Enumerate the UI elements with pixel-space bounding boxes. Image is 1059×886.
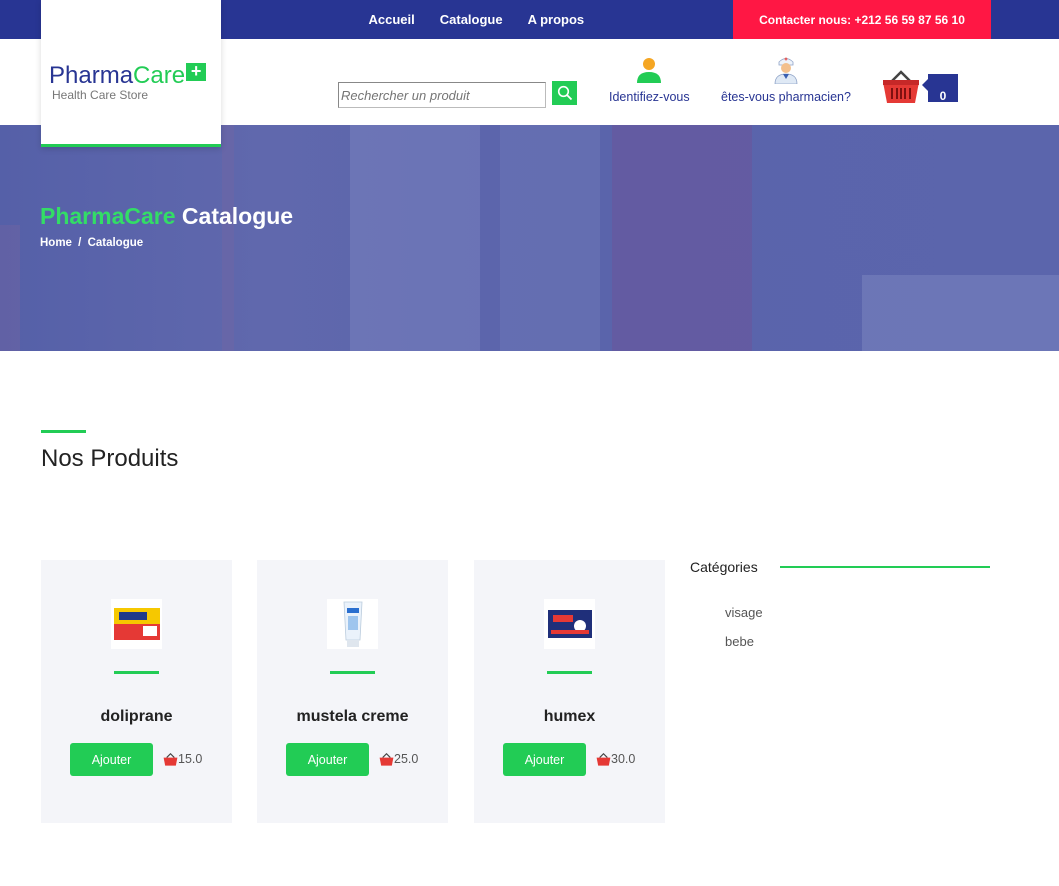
- basket-icon: [883, 70, 919, 103]
- product-image-doliprane[interactable]: [111, 599, 162, 649]
- logo-part-pharma: Pharma: [49, 62, 134, 89]
- cart-count-badge: 0: [922, 74, 958, 103]
- categories-title: Catégories: [690, 559, 758, 575]
- page-title-name: Catalogue: [181, 203, 294, 229]
- pharmacist-link[interactable]: êtes-vous pharmacien?: [721, 56, 851, 104]
- pharmacist-label: êtes-vous pharmacien?: [721, 90, 851, 104]
- pharmacist-icon: [774, 57, 798, 84]
- product-price: 30.0: [596, 752, 635, 766]
- logo[interactable]: Pharma Care + Health Care Store: [41, 0, 221, 147]
- category-item-visage[interactable]: visage: [725, 605, 763, 620]
- plus-icon: +: [186, 62, 207, 81]
- page-title: PharmaCare Catalogue: [40, 203, 293, 230]
- product-name[interactable]: mustela creme: [257, 708, 448, 726]
- search-input[interactable]: [338, 82, 546, 108]
- product-name[interactable]: doliprane: [41, 708, 232, 726]
- breadcrumb-separator: /: [78, 237, 82, 249]
- card-divider: [330, 671, 375, 674]
- product-price-value: 30.0: [611, 752, 636, 766]
- login-label: Identifiez-vous: [609, 90, 690, 104]
- basket-icon: [596, 752, 611, 766]
- card-divider: [547, 671, 592, 674]
- category-item-bebe[interactable]: bebe: [725, 634, 754, 649]
- product-price: 25.0: [379, 752, 418, 766]
- add-to-cart-button[interactable]: Ajouter: [70, 743, 153, 776]
- login-link[interactable]: Identifiez-vous: [609, 56, 690, 104]
- hero-background-shape: [350, 125, 480, 351]
- basket-icon: [379, 752, 394, 766]
- product-image-mustela-creme[interactable]: [327, 599, 378, 649]
- add-to-cart-button[interactable]: Ajouter: [286, 743, 369, 776]
- basket-icon: [163, 752, 178, 766]
- logo-tagline: Health Care Store: [52, 88, 149, 102]
- logo-wordmark: Pharma Care +: [49, 62, 207, 90]
- contact-button[interactable]: Contacter nous: +212 56 59 87 56 10: [733, 0, 991, 39]
- cart-button[interactable]: [882, 70, 920, 109]
- hero-background-shape: [500, 125, 600, 351]
- product-card: humex Ajouter 30.0: [474, 560, 665, 823]
- product-image-humex[interactable]: [544, 599, 595, 649]
- section-divider: [41, 430, 86, 433]
- card-divider: [114, 671, 159, 674]
- user-icon: [637, 58, 662, 83]
- product-price: 15.0: [163, 752, 202, 766]
- categories-divider: [780, 566, 990, 568]
- section-title: Nos Produits: [41, 445, 179, 472]
- product-price-value: 25.0: [394, 752, 419, 766]
- search-icon: [557, 85, 572, 101]
- page-title-brand: PharmaCare: [40, 203, 176, 229]
- product-card: doliprane Ajouter 15.0: [41, 560, 232, 823]
- hero-banner: PharmaCare Catalogue Home / Catalogue: [0, 125, 1059, 351]
- breadcrumb-home[interactable]: Home: [40, 237, 72, 249]
- nav-link-accueil[interactable]: Accueil: [369, 12, 415, 27]
- main-nav: Accueil Catalogue A propos: [356, 0, 597, 39]
- nav-link-a-propos[interactable]: A propos: [528, 12, 585, 27]
- breadcrumb-current: Catalogue: [87, 237, 144, 249]
- hero-background-shape: [222, 125, 234, 351]
- product-price-value: 15.0: [178, 752, 203, 766]
- logo-part-care: Care: [133, 62, 186, 89]
- product-name[interactable]: humex: [474, 708, 665, 726]
- nav-link-catalogue[interactable]: Catalogue: [440, 12, 503, 27]
- hero-background-shape: [0, 225, 20, 351]
- search-button[interactable]: [552, 81, 577, 105]
- hero-background-shape: [612, 125, 752, 351]
- hero-background-shape: [862, 275, 1059, 351]
- add-to-cart-button[interactable]: Ajouter: [503, 743, 586, 776]
- product-card: mustela creme Ajouter 25.0: [257, 560, 448, 823]
- breadcrumb: Home / Catalogue: [40, 237, 143, 249]
